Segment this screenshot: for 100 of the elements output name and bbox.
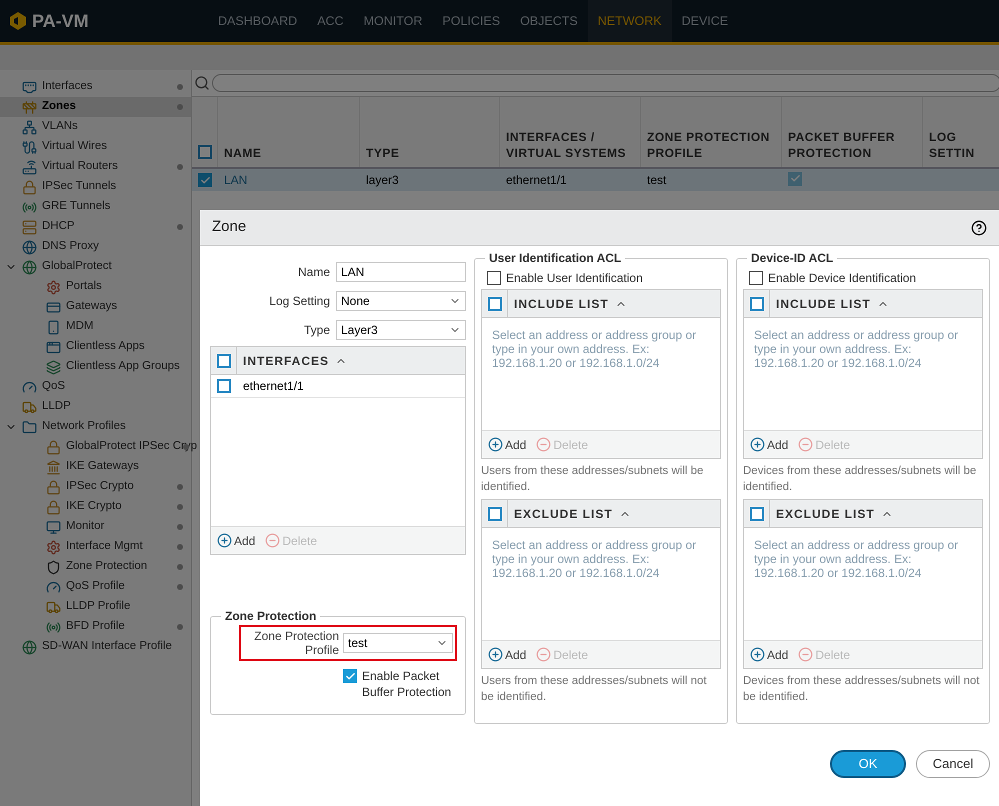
sidebar-item[interactable]: IKE Crypto [0, 497, 191, 517]
sidebar-item[interactable]: GlobalProtect [0, 257, 191, 277]
plus-icon [488, 647, 503, 662]
gear-icon [46, 540, 61, 554]
search-icon[interactable] [194, 75, 210, 91]
dropdown[interactable]: test [343, 633, 453, 653]
sidebar-item[interactable]: LLDP Profile [0, 597, 191, 617]
sidebar-item[interactable]: Interface Mgmt [0, 537, 191, 557]
folder-icon [22, 420, 37, 434]
address-list[interactable]: INCLUDE LIST Select an address or address group or type in your own address. Ex: 192.168.1.20 or 192.168.1.0/24 Add Delete [481, 289, 721, 459]
nav-tab[interactable]: NETWORK [588, 0, 672, 42]
nav-tab[interactable]: MONITOR [354, 0, 432, 42]
nav-tab[interactable]: POLICIES [432, 0, 510, 42]
sidebar-item[interactable]: Portals [0, 277, 191, 297]
sidebar-item[interactable]: Gateways [0, 297, 191, 317]
list-header-title[interactable]: INCLUDE LIST [770, 294, 871, 312]
sidebar-item[interactable]: Interfaces [0, 77, 191, 97]
sidebar-item[interactable]: Monitor [0, 517, 191, 537]
sidebar-item[interactable]: QoS Profile [0, 577, 191, 597]
minus-icon [536, 647, 552, 662]
checkbox[interactable] [488, 506, 502, 520]
sidebar-item[interactable]: MDM [0, 317, 191, 337]
checkbox[interactable] [198, 173, 212, 187]
sidebar-item[interactable]: SD-WAN Interface Profile [0, 637, 191, 657]
checkbox[interactable] [343, 669, 357, 683]
sidebar-item[interactable]: LLDP [0, 397, 191, 417]
column-header[interactable]: ZONE PROTECTION PROFILE [641, 97, 782, 167]
add-button[interactable]: Add [488, 436, 526, 454]
pillars-icon [46, 460, 61, 474]
sidebar-item[interactable]: Clientless App Groups [0, 357, 191, 377]
help-icon[interactable] [971, 220, 987, 236]
nav-tab[interactable]: ACC [307, 0, 354, 42]
checkbox-label[interactable]: Enable Packet Buffer Protection [362, 668, 457, 700]
add-button[interactable]: Add [750, 646, 788, 664]
sidebar-item[interactable]: Network Profiles [0, 417, 191, 437]
table-row[interactable]: LAN layer3 ethernet1/1 test [192, 169, 999, 191]
address-list[interactable]: EXCLUDE LIST Select an address or address group or type in your own address. Ex: 192.168.1.20 or 192.168.1.0/24 Add Delete [481, 499, 721, 669]
add-button[interactable]: Add [750, 436, 788, 454]
sidebar-item[interactable]: IPSec Tunnels [0, 177, 191, 197]
column-header[interactable]: PACKET BUFFER PROTECTION [782, 97, 923, 167]
sidebar-item[interactable]: IKE Gateways [0, 457, 191, 477]
sidebar-item[interactable]: Zones [0, 97, 191, 117]
minus-icon [798, 647, 814, 662]
phone-icon [46, 320, 61, 334]
logo-icon [10, 12, 26, 30]
checkbox-label[interactable]: Enable User Identification [506, 269, 643, 287]
column-header[interactable]: TYPE [360, 97, 500, 167]
search-field[interactable] [212, 74, 999, 92]
nav-tab[interactable]: OBJECTS [510, 0, 588, 42]
card-icon [46, 300, 61, 314]
sidebar-item[interactable]: GRE Tunnels [0, 197, 191, 217]
dropdown[interactable]: Layer3 [336, 320, 466, 340]
table-cell-text: layer3 [365, 172, 400, 189]
checkbox[interactable] [216, 354, 230, 368]
radio-icon [22, 200, 37, 214]
add-button[interactable]: Add [488, 646, 526, 664]
sidebar-item[interactable]: DHCP [0, 217, 191, 237]
list-header-title[interactable]: INTERFACES [237, 352, 330, 370]
address-list[interactable]: EXCLUDE LIST Select an address or address group or type in your own address. Ex: 192.168.1.20 or 192.168.1.0/24 Add Delete [743, 499, 983, 669]
checkbox[interactable] [487, 271, 501, 285]
list-header-title[interactable]: INCLUDE LIST [508, 294, 609, 312]
nav-tab[interactable]: DEVICE [672, 0, 738, 42]
cancel-button[interactable]: Cancel [916, 750, 990, 778]
list-note: Devices from these addresses/subnets will not be identified. [743, 674, 980, 705]
cable-icon [22, 140, 37, 154]
list-note: Users from these addresses/subnets will not be identified. [481, 674, 708, 705]
sidebar-item[interactable]: QoS [0, 377, 191, 397]
truck-icon [22, 400, 37, 414]
column-header[interactable]: NAME [218, 97, 360, 167]
monitor-icon [46, 520, 61, 534]
sidebar-item[interactable]: IPSec Crypto [0, 477, 191, 497]
checkbox[interactable] [488, 296, 502, 310]
checkbox[interactable] [750, 296, 764, 310]
address-list[interactable]: INCLUDE LIST Select an address or address group or type in your own address. Ex: 192.168.1.20 or 192.168.1.0/24 Add Delete [743, 289, 983, 459]
add-button[interactable]: Add [217, 532, 256, 550]
list-cell[interactable]: ethernet1/1 [237, 377, 304, 395]
list-header-title[interactable]: EXCLUDE LIST [508, 504, 613, 522]
sidebar-item[interactable]: VLANs [0, 117, 191, 137]
sidebar-item[interactable]: Clientless Apps [0, 337, 191, 357]
ok-button[interactable]: OK [830, 750, 906, 778]
text-field[interactable]: LAN [336, 262, 466, 282]
column-header[interactable]: LOG SETTIN [923, 97, 999, 167]
list-header-title[interactable]: EXCLUDE LIST [770, 504, 875, 522]
sidebar-item[interactable]: BFD Profile [0, 617, 191, 637]
checkbox[interactable] [198, 145, 212, 159]
checkbox[interactable] [217, 379, 231, 393]
column-header[interactable]: INTERFACES / VIRTUAL SYSTEMS [500, 97, 641, 167]
sidebar-item[interactable]: Virtual Wires [0, 137, 191, 157]
checkbox-label[interactable]: Enable Device Identification [768, 269, 916, 287]
sidebar-item[interactable]: Virtual Routers [0, 157, 191, 177]
sidebar-item[interactable]: Zone Protection [0, 557, 191, 577]
checkbox[interactable] [749, 271, 763, 285]
section-title: Device-ID ACL [750, 250, 834, 267]
table-cell-text: test [646, 172, 668, 189]
app-title: PA-VM [32, 10, 89, 32]
sidebar-item[interactable]: DNS Proxy [0, 237, 191, 257]
checkbox[interactable] [750, 506, 764, 520]
dropdown[interactable]: None [336, 290, 466, 310]
table-cell[interactable]: LAN [218, 171, 360, 189]
nav-tab[interactable]: DASHBOARD [208, 0, 308, 42]
